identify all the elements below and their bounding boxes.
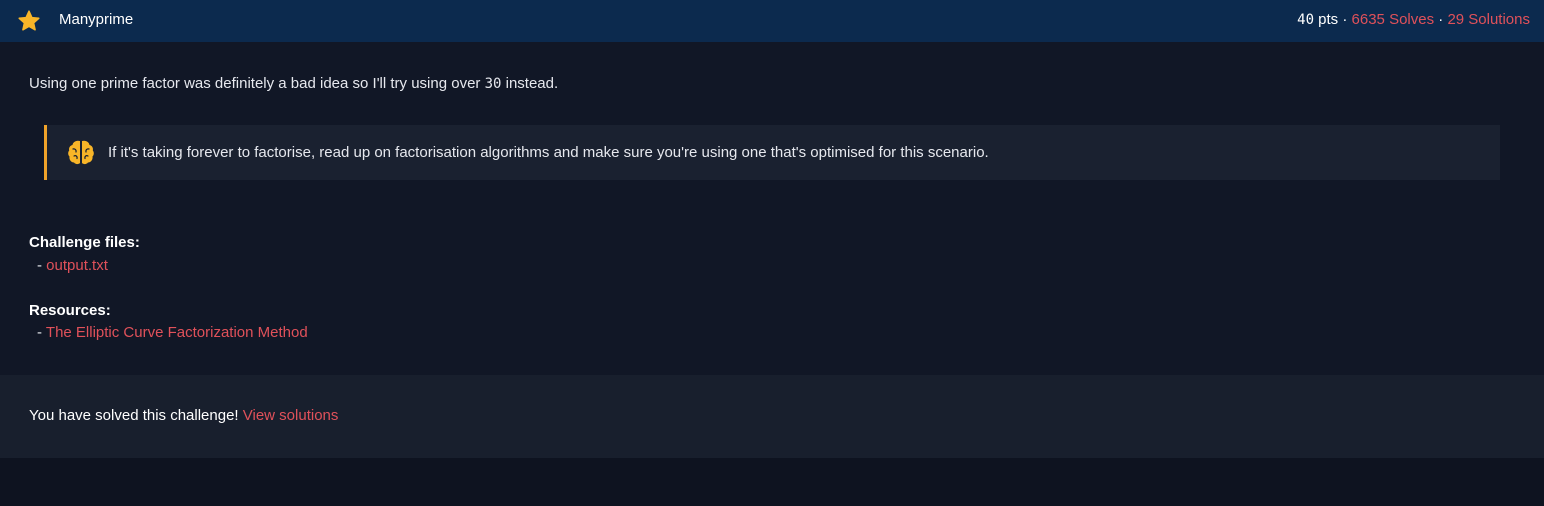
solutions-link[interactable]: 29 Solutions	[1447, 11, 1530, 28]
challenge-header[interactable]: Manyprime 40 pts · 6635 Solves · 29 Solu…	[0, 0, 1544, 42]
hint-box: If it's taking forever to factorise, rea…	[44, 125, 1500, 180]
list-dash: -	[37, 324, 46, 341]
solved-footer: You have solved this challenge! View sol…	[0, 375, 1544, 458]
hint-text: If it's taking forever to factorise, rea…	[108, 144, 989, 161]
challenge-meta: 40 pts · 6635 Solves · 29 Solutions	[1297, 11, 1530, 29]
challenge-body: Using one prime factor was definitely a …	[0, 42, 1544, 375]
file-list-item: - output.txt	[37, 256, 108, 276]
points-value: 40	[1297, 12, 1314, 28]
star-icon[interactable]	[17, 9, 41, 33]
description-number: 30	[484, 76, 502, 92]
solves-link[interactable]: 6635 Solves	[1352, 11, 1435, 28]
challenge-files-label: Challenge files:	[29, 234, 140, 251]
solved-message: You have solved this challenge! View sol…	[29, 406, 338, 426]
page-bottom	[0, 458, 1544, 506]
resource-list-item: - The Elliptic Curve Factorization Metho…	[37, 323, 308, 343]
resource-link-ecm[interactable]: The Elliptic Curve Factorization Method	[46, 324, 308, 341]
description-text: Using one prime factor was definitely a …	[29, 75, 485, 92]
points-unit: pts	[1314, 11, 1339, 28]
meta-separator: ·	[1434, 11, 1448, 28]
view-solutions-link[interactable]: View solutions	[243, 407, 339, 424]
challenge-description: Using one prime factor was definitely a …	[29, 74, 558, 94]
solved-text: You have solved this challenge!	[29, 407, 243, 424]
description-text-end: instead.	[501, 75, 559, 92]
file-link-output[interactable]: output.txt	[46, 257, 108, 274]
meta-separator: ·	[1338, 11, 1352, 28]
challenge-title: Manyprime	[59, 11, 134, 28]
brain-icon	[68, 140, 94, 165]
list-dash: -	[37, 257, 47, 274]
resources-label: Resources:	[29, 302, 111, 319]
